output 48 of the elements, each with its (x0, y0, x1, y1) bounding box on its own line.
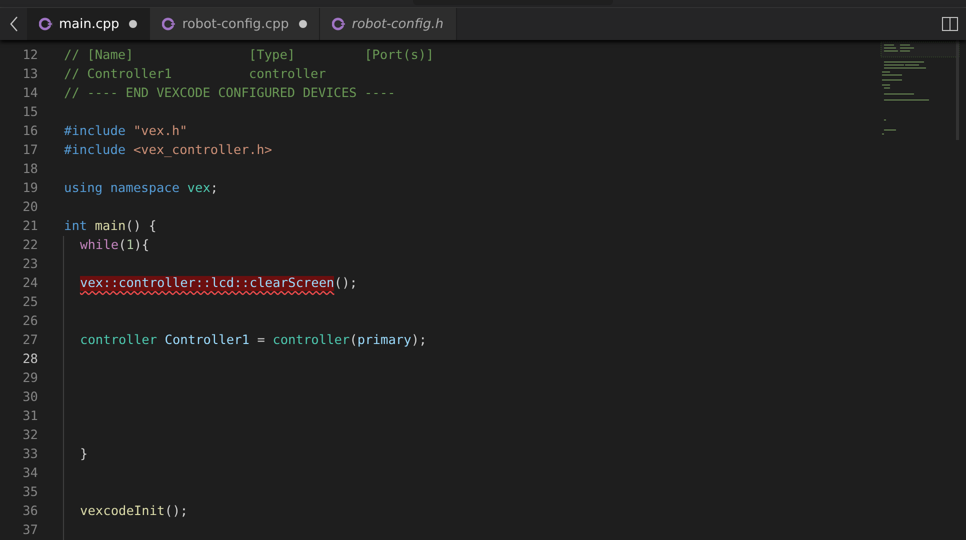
line-number: 14 (22, 86, 38, 101)
unsaved-dot-icon (129, 20, 138, 28)
code-line: using namespace vex; (64, 181, 218, 196)
line-number: 12 (22, 48, 38, 63)
line-number: 37 (22, 523, 38, 538)
line-number: 36 (22, 504, 38, 519)
line-number: 18 (22, 162, 38, 177)
line-number: 31 (22, 409, 38, 424)
file-tab[interactable]: main.cpp (27, 8, 150, 40)
split-editor-icon (942, 17, 958, 31)
line-number: 26 (22, 314, 38, 329)
line-number: 34 (22, 466, 38, 481)
line-number: 32 (22, 428, 38, 443)
cpp-file-icon (332, 17, 346, 31)
code-line: int main() { (64, 219, 156, 234)
code-line: vex::controller::lcd::clearScreen(); (80, 276, 358, 291)
code-line: while(1){ (80, 238, 150, 253)
line-number: 28 (22, 352, 38, 367)
code-line: // ---- END VEXCODE CONFIGURED DEVICES ---- (64, 86, 396, 101)
line-number: 13 (22, 67, 38, 82)
line-number: 25 (22, 295, 38, 310)
cpp-file-icon (162, 17, 176, 31)
line-number: 29 (22, 371, 38, 386)
line-number: 22 (22, 238, 38, 253)
line-number: 19 (22, 181, 38, 196)
file-tab[interactable]: robot-config.cpp (150, 8, 320, 40)
line-number: 20 (22, 200, 38, 215)
unsaved-dot-icon (298, 20, 307, 28)
code-line: } (80, 447, 88, 462)
line-number: 33 (22, 447, 38, 462)
line-number: 16 (22, 124, 38, 139)
line-number: 15 (22, 105, 38, 120)
code-line: #include "vex.h" (64, 124, 188, 139)
cpp-file-icon (39, 17, 53, 31)
code-line: vexcodeInit(); (80, 504, 188, 519)
line-number: 23 (22, 257, 38, 272)
file-tab[interactable]: robot-config.h (320, 8, 456, 40)
chevron-left-icon (8, 16, 18, 32)
code-line: // [Name] [Type] [Port(s)] (64, 48, 434, 63)
code-line: #include <vex_controller.h> (64, 143, 272, 158)
line-number: 30 (22, 390, 38, 405)
line-number: 24 (22, 276, 38, 291)
line-number: 21 (22, 219, 38, 234)
line-number: 27 (22, 333, 38, 348)
code-line: // Controller1 controller (64, 67, 326, 82)
code-line: controller Controller1 = controller(primary); (80, 333, 427, 348)
line-number: 35 (22, 485, 38, 500)
line-number: 17 (22, 143, 38, 158)
